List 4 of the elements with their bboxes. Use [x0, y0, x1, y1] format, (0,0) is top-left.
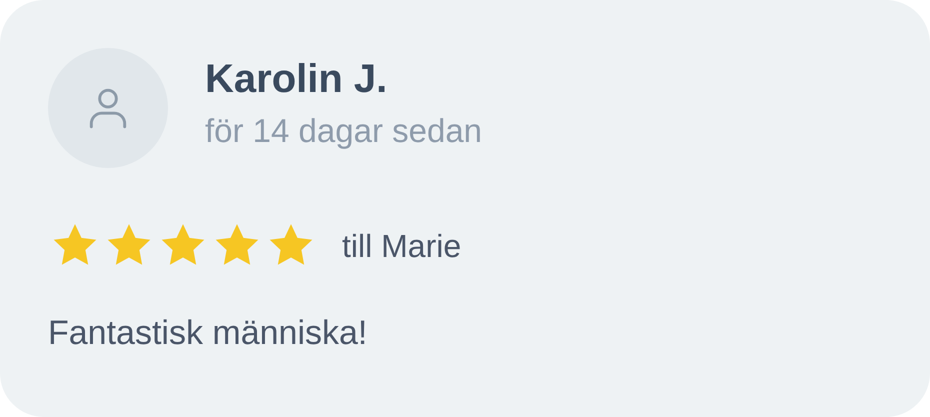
review-text: Fantastisk människa!: [48, 313, 368, 354]
recipient: till Marie: [342, 227, 462, 266]
review-time: för 14 dagar sedan: [205, 111, 482, 151]
author-name: Karolin J.: [205, 56, 388, 103]
